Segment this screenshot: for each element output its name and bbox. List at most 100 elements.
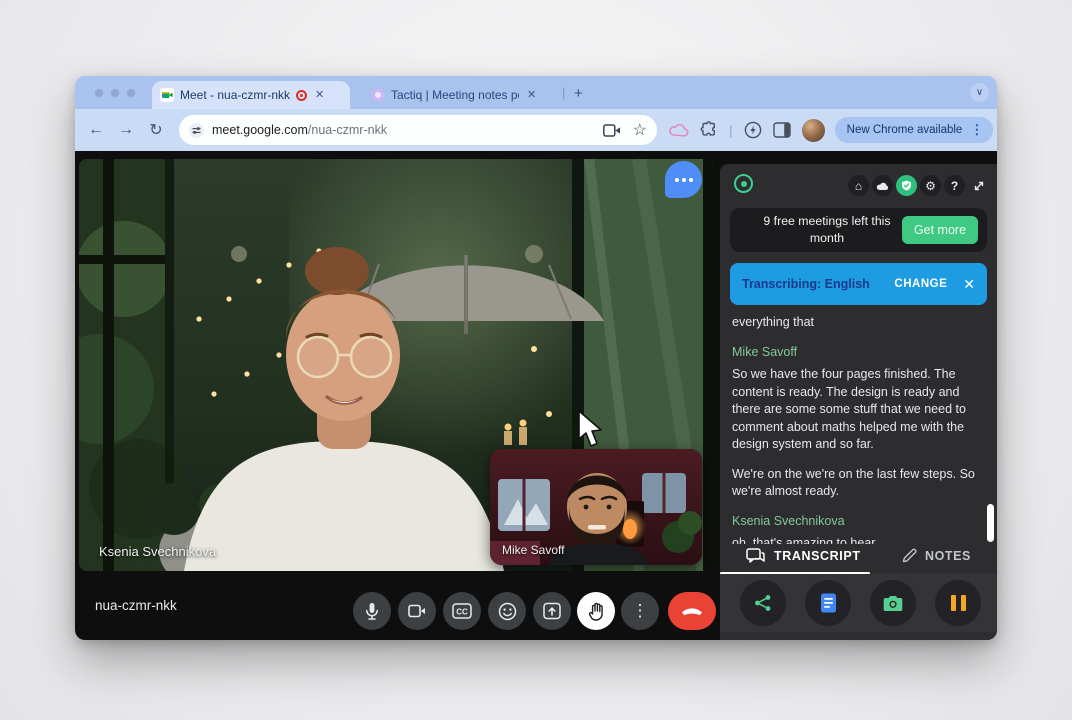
chrome-update-button[interactable]: New Chrome available ⋮ [835, 117, 994, 143]
transcript-entry: everything that [732, 314, 984, 332]
banner-text: 9 free meetings left this month [752, 213, 902, 246]
transcript-entry: oh, that's amazing to hear [732, 535, 984, 544]
captions-icon: CC [452, 603, 472, 619]
battery-saver-icon[interactable] [744, 121, 762, 139]
forward-button[interactable]: → [111, 121, 141, 139]
side-panel-icon[interactable] [773, 122, 791, 138]
bookmark-star-icon[interactable]: ☆ [633, 120, 647, 140]
svg-text:CC: CC [456, 608, 468, 617]
expand-button[interactable] [968, 175, 989, 196]
site-settings-icon[interactable] [189, 123, 204, 138]
share-icon [754, 594, 772, 612]
profile-avatar[interactable] [802, 119, 825, 142]
help-button[interactable]: ? [944, 175, 965, 196]
sidebar-action-bar [720, 574, 997, 632]
browser-menu-icon[interactable]: ⋮ [970, 122, 983, 138]
tab-transcript[interactable]: TRANSCRIPT [746, 548, 861, 564]
camera-capture-icon [883, 595, 903, 612]
tab-strip: Meet - nua-czmr-nkk ✕ Tactiq | Meeting n… [75, 76, 997, 109]
reload-button[interactable]: ↻ [141, 120, 171, 140]
tab-search-chevron-icon[interactable]: ∨ [970, 83, 989, 102]
extensions-puzzle-icon[interactable] [700, 121, 718, 139]
transcript-list[interactable]: everything that Mike Savoff So we have t… [732, 314, 984, 544]
captions-button[interactable]: CC [443, 592, 481, 630]
transcript-scrollbar[interactable] [987, 504, 994, 542]
share-button[interactable] [740, 580, 786, 626]
meet-page: Ksenia Svechnikova [75, 151, 997, 640]
browser-toolbar: ← → ↻ meet.google.com/nua-czmr-nkk [75, 109, 997, 151]
tab-tactiq[interactable]: Tactiq | Meeting notes power ✕ [363, 81, 559, 109]
url-text: meet.google.com/nua-czmr-nkk [212, 123, 387, 137]
meet-favicon [160, 88, 174, 102]
tab-title: Meet - nua-czmr-nkk [180, 88, 290, 102]
screenshot-button[interactable] [870, 580, 916, 626]
pencil-icon [902, 548, 917, 563]
home-button[interactable]: ⌂ [848, 175, 869, 196]
settings-button[interactable]: ⚙ [920, 175, 941, 196]
pause-icon [951, 595, 966, 611]
url-bar[interactable]: meet.google.com/nua-czmr-nkk ☆ [179, 115, 657, 145]
docs-icon [820, 593, 837, 613]
mic-icon [363, 602, 381, 620]
window-zoom-button[interactable] [127, 89, 135, 97]
shield-check-icon [901, 180, 912, 191]
tab-transcript-label: TRANSCRIPT [774, 549, 861, 563]
transcribing-banner: Transcribing: English CHANGE ✕ [730, 263, 987, 305]
emoji-icon [498, 602, 517, 621]
transcript-entry: So we have the four pages finished. The … [732, 366, 984, 454]
tab-close-icon[interactable]: ✕ [525, 88, 538, 103]
mouse-cursor [577, 409, 603, 449]
tab-close-icon[interactable]: ✕ [313, 88, 326, 103]
participant-name-label: Ksenia Svechnikova [99, 544, 216, 559]
sidebar-tabs: TRANSCRIPT NOTES [720, 545, 997, 573]
meeting-code-label: nua-czmr-nkk [95, 598, 177, 613]
privacy-shield-button[interactable] [896, 175, 917, 196]
tactiq-sidebar: ⌂ ⚙ ? [720, 164, 997, 640]
tactiq-status-icon [734, 174, 753, 193]
cloud-icon [876, 181, 889, 191]
tab-media-camera-icon[interactable] [603, 124, 621, 137]
expand-diagonal-icon [973, 180, 985, 192]
camera-button[interactable] [398, 592, 436, 630]
google-docs-button[interactable] [805, 580, 851, 626]
transcript-speaker: Ksenia Svechnikova [732, 513, 984, 531]
desktop: Meet - nua-czmr-nkk ✕ Tactiq | Meeting n… [0, 0, 1072, 720]
videocam-icon [408, 604, 426, 618]
tab-separator: | [562, 85, 565, 100]
tactiq-favicon [371, 88, 385, 102]
new-tab-button[interactable]: + [574, 85, 583, 102]
recording-indicator-icon [296, 90, 307, 101]
hand-icon [588, 602, 605, 621]
back-button[interactable]: ← [81, 121, 111, 139]
raise-hand-button[interactable] [577, 592, 615, 630]
reactions-button[interactable] [488, 592, 526, 630]
more-vert-icon: ⋮ [632, 601, 649, 621]
tab-notes[interactable]: NOTES [902, 548, 971, 563]
browser-window: Meet - nua-czmr-nkk ✕ Tactiq | Meeting n… [75, 76, 997, 640]
transcribe-close-icon[interactable]: ✕ [963, 276, 975, 293]
change-language-button[interactable]: CHANGE [894, 278, 947, 290]
main-video-tile: Ksenia Svechnikova [79, 159, 714, 571]
pip-video-tile[interactable]: Mike Savoff [490, 449, 702, 565]
tactiq-header: ⌂ ⚙ ? [720, 164, 997, 204]
transcribing-label: Transcribing: English [742, 277, 870, 291]
pause-recording-button[interactable] [935, 580, 981, 626]
call-end-icon [681, 606, 703, 616]
end-call-button[interactable] [668, 592, 716, 630]
toolbar-separator: | [729, 122, 733, 138]
weather-extension-icon[interactable] [669, 122, 689, 138]
chat-dots-icon[interactable] [665, 161, 702, 198]
get-more-button[interactable]: Get more [902, 216, 978, 244]
more-options-button[interactable]: ⋮ [621, 592, 659, 630]
present-screen-icon [543, 602, 561, 620]
window-close-button[interactable] [95, 89, 103, 97]
tab-notes-label: NOTES [925, 549, 971, 563]
window-minimize-button[interactable] [111, 89, 119, 97]
cloud-upload-button[interactable] [872, 175, 893, 196]
chat-bubbles-icon [746, 548, 765, 564]
tab-meet[interactable]: Meet - nua-czmr-nkk ✕ [152, 81, 350, 109]
mic-button[interactable] [353, 592, 391, 630]
transcript-speaker: Mike Savoff [732, 344, 984, 362]
present-button[interactable] [533, 592, 571, 630]
pip-name-label: Mike Savoff [502, 543, 564, 557]
